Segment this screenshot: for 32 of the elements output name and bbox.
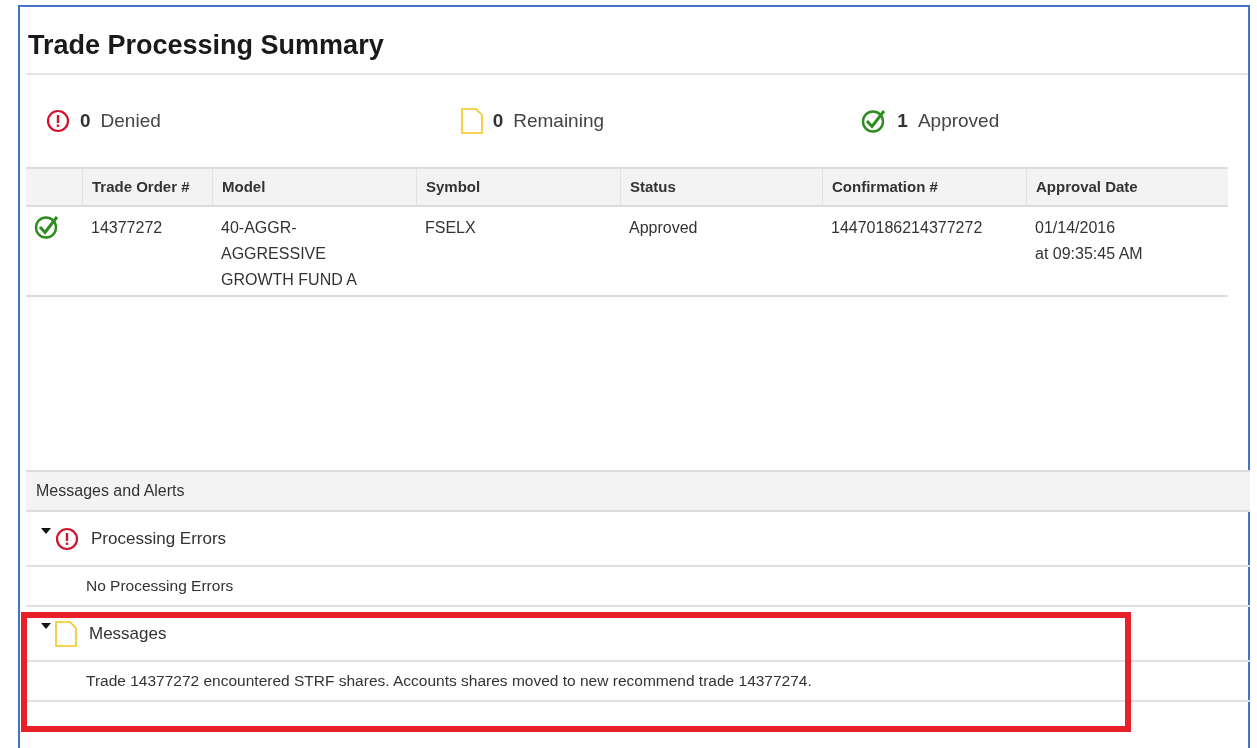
table-cell-text: 01/14/2016 at 09:35:45 AM	[1034, 218, 1144, 264]
stat-label: Remaining	[513, 108, 605, 133]
table-cell-text: FSELX	[424, 218, 477, 238]
check-circle-icon	[861, 109, 888, 133]
table-cell-text: Approved	[628, 218, 699, 238]
alert-icon	[46, 109, 70, 133]
document-icon	[460, 108, 483, 134]
table-cell-text: 14377272	[90, 218, 164, 238]
table-cell-text: 14470186214377272	[830, 218, 984, 238]
stat-count: 1	[897, 108, 908, 133]
table-cell-text: 40-AGGR- AGGRESSIVE GROWTH FUND A	[220, 218, 358, 290]
column-header[interactable]: Trade Order #	[82, 169, 212, 205]
message-text: No Processing Errors	[86, 576, 234, 597]
caret-down-icon[interactable]	[41, 528, 51, 536]
section-title[interactable]: Messages	[89, 620, 167, 647]
column-header[interactable]: Model	[212, 169, 416, 205]
stat-label: Denied	[100, 108, 161, 133]
stat-count: 0	[492, 108, 504, 133]
column-header[interactable]: Confirmation #	[822, 169, 1026, 205]
panel-header: Messages and Alerts	[26, 470, 1250, 512]
alert-icon	[55, 526, 79, 551]
section-title[interactable]: Processing Errors	[91, 525, 227, 552]
caret-down-icon[interactable]	[41, 623, 51, 631]
column-header[interactable]: Symbol	[416, 169, 620, 205]
column-header[interactable]: Approval Date	[1026, 169, 1228, 205]
message-text: Trade 14377272 encountered STRF shares. Accounts shares moved to new recommend trade 14377274.	[86, 671, 812, 692]
column-header[interactable]: Status	[620, 169, 822, 205]
stat-count: 0	[80, 108, 91, 133]
page-title: Trade Processing Summary	[28, 32, 384, 59]
check-circle-icon	[34, 215, 60, 239]
document-icon	[55, 620, 77, 647]
stat-label: Approved	[917, 108, 1000, 133]
